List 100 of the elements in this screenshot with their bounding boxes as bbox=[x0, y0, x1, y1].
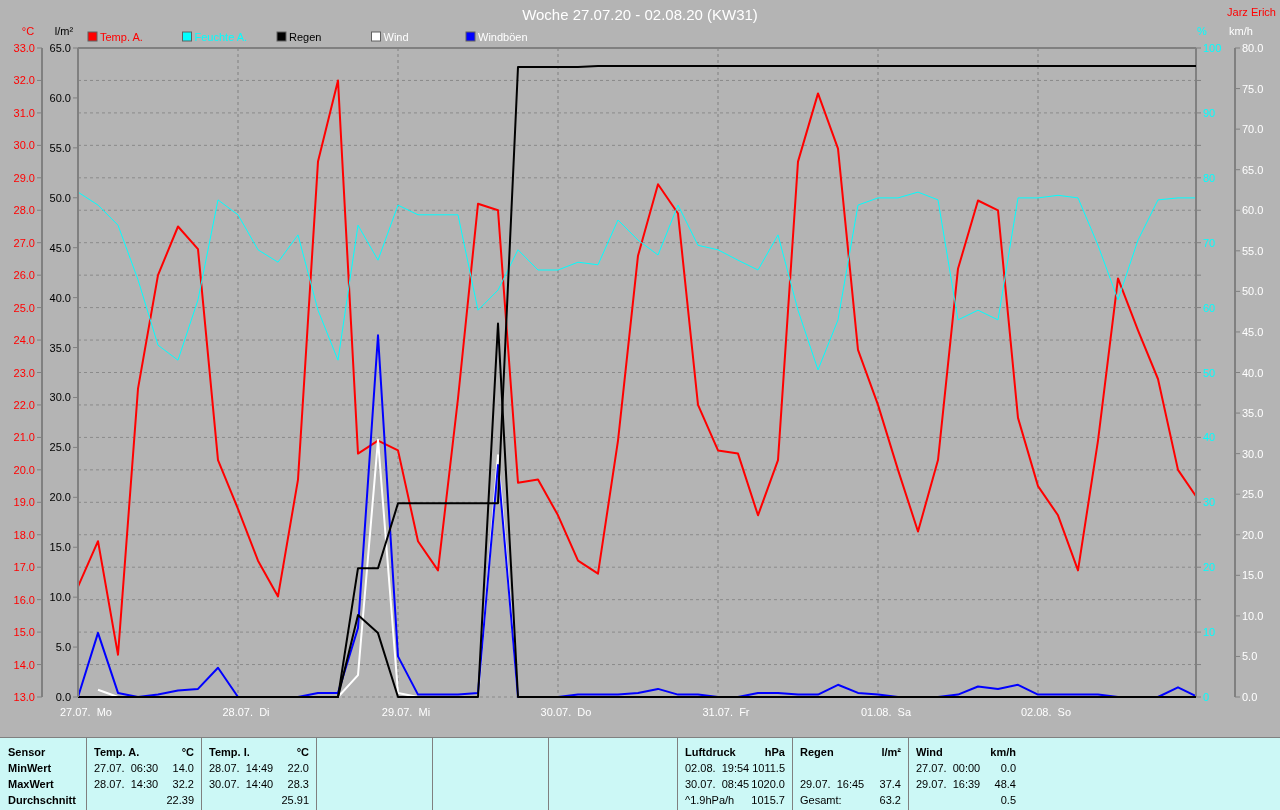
axis-tick-label: 28.0 bbox=[13, 204, 35, 217]
axis-tick-label: 30.07. Do bbox=[540, 706, 592, 718]
axis-tick-label: 45.0 bbox=[49, 241, 71, 254]
axis-unit-label: km/h bbox=[1229, 25, 1253, 37]
row-label: Durchschnitt bbox=[8, 793, 77, 808]
timestamp: 30.07. 14:40 bbox=[209, 777, 274, 792]
axis-tick-label: 0.0 bbox=[55, 691, 71, 703]
axis-tick-label: 02.08. So bbox=[1020, 706, 1072, 718]
axis-tick-label: 30.0 bbox=[49, 391, 71, 404]
legend-label: Feuchte A. bbox=[194, 31, 248, 43]
timestamp: 27.07. 06:30 bbox=[94, 761, 159, 776]
axis-tick-label: 45.0 bbox=[1242, 325, 1264, 338]
stat-value: 0.5 bbox=[1000, 793, 1016, 808]
axis-tick-label: 55.0 bbox=[49, 141, 71, 154]
axis-tick-label: 29.07. Mi bbox=[381, 706, 431, 718]
legend-label: Temp. A. bbox=[100, 31, 143, 43]
unit-label: °C bbox=[181, 745, 194, 760]
axis-tick-label: 32.0 bbox=[13, 74, 35, 87]
axis-tick-label: 40.0 bbox=[49, 291, 71, 304]
axis-tick-label: 65.0 bbox=[1242, 163, 1264, 176]
axis-tick-label: 60.0 bbox=[1242, 204, 1264, 217]
axis-tick-label: 27.07. Mo bbox=[60, 706, 112, 718]
row-label: MaxWert bbox=[8, 777, 55, 792]
axis-tick-label: 21.0 bbox=[13, 431, 35, 444]
axis-tick-label: 40.0 bbox=[1242, 366, 1264, 379]
stat-value: 32.2 bbox=[172, 777, 194, 792]
axis-tick-label: 20.0 bbox=[49, 491, 71, 504]
stat-value: 25.91 bbox=[281, 793, 309, 808]
timestamp: 29.07. 16:39 bbox=[916, 777, 981, 792]
axis-tick-label: 10 bbox=[1203, 626, 1216, 639]
stat-value: 22.39 bbox=[166, 793, 194, 808]
axis-tick-label: 0.0 bbox=[1242, 691, 1258, 703]
axis-tick-label: 01.08. Sa bbox=[860, 706, 912, 718]
axis-tick-label: 28.07. Di bbox=[222, 706, 270, 718]
stat-value: 1015.7 bbox=[751, 793, 785, 808]
axis-tick-label: 23.0 bbox=[13, 366, 35, 379]
legend-label: Wind bbox=[383, 31, 409, 43]
axis-tick-label: 25.0 bbox=[49, 441, 71, 454]
axis-tick-label: 15.0 bbox=[49, 541, 71, 554]
timestamp: 29.07. 16:45 bbox=[800, 777, 865, 792]
axis-tick-label: 100 bbox=[1203, 42, 1222, 54]
column-header: Temp. I. bbox=[209, 745, 250, 760]
axis-tick-label: 20.0 bbox=[13, 463, 35, 476]
column-header: Wind bbox=[916, 745, 943, 760]
axis-tick-label: 15.0 bbox=[1242, 569, 1264, 582]
axis-unit-label: % bbox=[1197, 25, 1207, 37]
legend-label: Windböen bbox=[478, 31, 528, 43]
axis-tick-label: 10.0 bbox=[49, 591, 71, 604]
unit-label: hPa bbox=[764, 745, 785, 760]
stat-value: 22.0 bbox=[287, 761, 309, 776]
axis-tick-label: 31.0 bbox=[13, 106, 35, 119]
axis-tick-label: 30.0 bbox=[1242, 447, 1264, 460]
unit-label: °C bbox=[296, 745, 309, 760]
axis-tick-label: 50.0 bbox=[49, 191, 71, 204]
axis-tick-label: 26.0 bbox=[13, 269, 35, 282]
column-header: Temp. A. bbox=[94, 745, 140, 760]
axis-tick-label: 25.0 bbox=[1242, 488, 1264, 501]
axis-tick-label: 16.0 bbox=[13, 593, 35, 606]
stat-value: 37.4 bbox=[879, 777, 901, 792]
axis-tick-label: 0 bbox=[1203, 691, 1210, 703]
timestamp: 28.07. 14:30 bbox=[94, 777, 159, 792]
axis-tick-label: 20 bbox=[1203, 561, 1216, 574]
axis-tick-label: 17.0 bbox=[13, 561, 35, 574]
stat-value: 0.0 bbox=[1000, 761, 1016, 776]
stat-value: 14.0 bbox=[172, 761, 194, 776]
stat-value: 1011.5 bbox=[752, 761, 785, 776]
axis-tick-label: 15.0 bbox=[13, 626, 35, 639]
axis-tick-label: 18.0 bbox=[13, 528, 35, 541]
axis-tick-label: 70.0 bbox=[1242, 123, 1264, 136]
stat-value: 28.3 bbox=[287, 777, 309, 792]
timestamp: 30.07. 08:45 bbox=[685, 777, 750, 792]
axis-tick-label: 55.0 bbox=[1242, 244, 1264, 257]
legend-label: Regen bbox=[289, 31, 322, 43]
axis-tick-label: 10.0 bbox=[1242, 609, 1264, 622]
axis-tick-label: 80.0 bbox=[1242, 42, 1264, 54]
timestamp: 27.07. 00:00 bbox=[916, 761, 981, 776]
column-header: Regen bbox=[800, 745, 834, 760]
axis-tick-label: 30 bbox=[1203, 496, 1216, 509]
axis-tick-label: 22.0 bbox=[13, 398, 35, 411]
axis-unit-label: °C bbox=[21, 25, 35, 37]
row-label: MinWert bbox=[8, 761, 53, 776]
row-label: Sensor bbox=[8, 745, 47, 760]
column-header: Luftdruck bbox=[685, 745, 736, 760]
axis-tick-label: 5.0 bbox=[1242, 650, 1258, 663]
axis-tick-label: 70 bbox=[1203, 236, 1216, 249]
axis-tick-label: 75.0 bbox=[1242, 82, 1264, 95]
axis-tick-label: 27.0 bbox=[13, 236, 35, 249]
axis-tick-label: 65.0 bbox=[49, 42, 71, 54]
axis-tick-label: 14.0 bbox=[13, 658, 35, 671]
stat-value: 1020.0 bbox=[751, 777, 785, 792]
axis-tick-label: 50.0 bbox=[1242, 285, 1264, 298]
unit-label: km/h bbox=[990, 745, 1016, 760]
axis-tick-label: 19.0 bbox=[13, 496, 35, 509]
axis-tick-label: 33.0 bbox=[13, 42, 35, 54]
stat-label: Gesamt: bbox=[800, 793, 842, 808]
author-label: Jarz Erich bbox=[1227, 6, 1276, 18]
timestamp: 02.08. 19:54 bbox=[685, 761, 750, 776]
axis-tick-label: 35.0 bbox=[1242, 407, 1264, 420]
stat-value: 63.2 bbox=[879, 793, 901, 808]
axis-tick-label: 35.0 bbox=[49, 341, 71, 354]
